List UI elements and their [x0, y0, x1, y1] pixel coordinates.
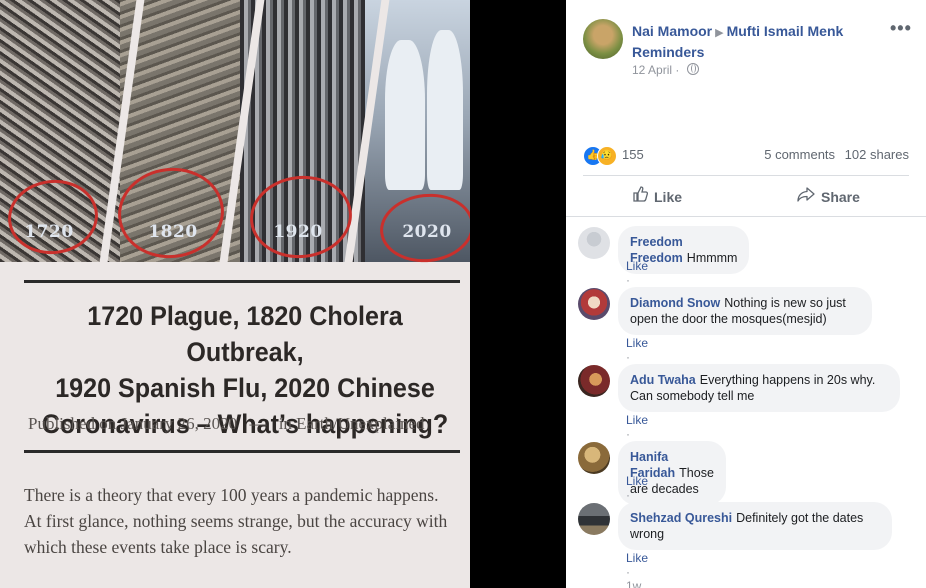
- publish-date: Published on January 26, 2020: [28, 414, 238, 433]
- hazmat-figure: [385, 40, 425, 190]
- article-category: in Earth/Unexplained: [278, 414, 425, 433]
- commenter-avatar[interactable]: [578, 227, 610, 259]
- post-side-panel: Nai Mamoor ▶ Mufti Ismail Menk Reminders 1…: [566, 0, 926, 588]
- comment-like-link[interactable]: Like: [626, 474, 648, 488]
- author-avatar[interactable]: [583, 19, 623, 59]
- share-button[interactable]: Share: [797, 186, 860, 206]
- comment-text: Hmmmm: [686, 251, 738, 265]
- divider: [566, 216, 926, 217]
- divider: [583, 175, 909, 176]
- top-rule: [24, 280, 460, 283]
- hazmat-figure: [427, 30, 463, 190]
- comment-bubble: Adu Twaha Everything happens in 20s why. …: [618, 364, 900, 412]
- comment-bubble: Diamond Snow Nothing is new so just open …: [618, 287, 872, 335]
- commenter-avatar[interactable]: [578, 365, 610, 397]
- historical-collage: 1720 1820 1920 2020: [0, 0, 470, 267]
- comment-bubble: Shehzad Qureshi Definitely got the dates …: [618, 502, 892, 550]
- comment-time[interactable]: 1w: [626, 579, 641, 588]
- comment-like-link[interactable]: Like: [626, 551, 648, 565]
- like-label: Like: [654, 189, 683, 205]
- globe-icon[interactable]: [686, 63, 699, 75]
- viewer-backdrop: [470, 0, 566, 588]
- commenter-name[interactable]: Adu Twaha: [630, 373, 696, 387]
- commenter-name[interactable]: Diamond Snow: [630, 296, 720, 310]
- bottom-rule: [24, 450, 460, 453]
- comment-meta: Like · 1w: [626, 551, 648, 588]
- post-photo[interactable]: 1720 1820 1920 2020 1720 Plague, 1820 Ch…: [0, 0, 470, 588]
- commenter-avatar[interactable]: [578, 442, 610, 474]
- headline-line: 1720 Plague, 1820 Cholera Outbreak,: [87, 301, 403, 367]
- post-date[interactable]: 12 April: [632, 63, 672, 77]
- commenter-name[interactable]: Shehzad Qureshi: [630, 511, 732, 525]
- post-stats: 5 comments 102 shares: [758, 147, 909, 162]
- commenter-avatar[interactable]: [578, 288, 610, 320]
- separator-dash: —: [249, 414, 267, 433]
- shares-count[interactable]: 102 shares: [845, 147, 909, 162]
- thumbs-up-icon: [632, 186, 649, 206]
- arrow-right-icon: ▶: [715, 27, 724, 39]
- comments-count[interactable]: 5 comments: [764, 147, 835, 162]
- share-label: Share: [821, 189, 860, 205]
- article-excerpt: There is a theory that every 100 years a…: [24, 485, 448, 557]
- author-name[interactable]: Nai Mamoor: [632, 23, 712, 39]
- share-arrow-icon: [797, 186, 815, 206]
- post-header: Nai Mamoor ▶ Mufti Ismail Menk Reminders: [632, 22, 872, 62]
- dot-separator: ·: [675, 63, 683, 77]
- comment-like-link[interactable]: Like: [626, 336, 648, 350]
- more-options-icon[interactable]: •••: [890, 18, 912, 39]
- commenter-avatar[interactable]: [578, 503, 610, 535]
- reaction-count: 155: [622, 147, 644, 162]
- post-meta: 12 April ·: [632, 63, 699, 77]
- like-button[interactable]: Like: [632, 186, 682, 206]
- comment-like-link[interactable]: Like: [626, 259, 648, 273]
- headline-line: 1920 Spanish Flu, 2020 Chinese: [55, 373, 435, 403]
- comment-like-link[interactable]: Like: [626, 413, 648, 427]
- publish-line: Published on January 26, 2020 — in Earth…: [28, 414, 468, 434]
- sad-reaction-icon: 😥: [597, 146, 617, 166]
